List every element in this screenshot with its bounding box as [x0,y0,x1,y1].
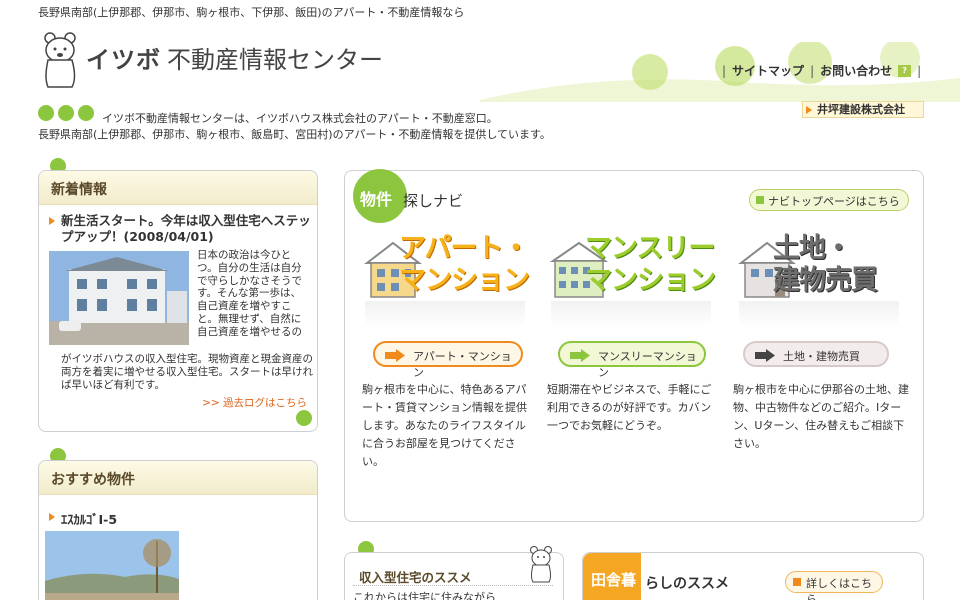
logo-subtitle: 不動産情報センター [167,46,383,74]
news-article-title[interactable]: 新生活スタート。今年は収入型住宅へステップアップ！(2008/04/01) [49,213,311,245]
country-life-subtitle: らしのススメ [645,576,729,592]
navi-tab-label: 物件 [353,169,407,223]
square-bullet-icon [756,196,764,204]
recommend-item-text: ｴｽｶﾙｺﾞⅠ-5 [61,512,118,527]
income-housing-subtitle: これからは住宅に住みながら [353,591,496,600]
intro-text-line2: 長野県南部(上伊那郡、伊那市、駒ヶ根市、飯島町、宮田村)のアパート・不動産情報を… [38,128,551,141]
square-bullet-icon [793,578,801,586]
logo-brand: イツボ [86,46,161,74]
apartment-button-label: アパート・マンション [413,350,512,379]
partner-label: 井坪建設株式会社 [817,103,905,116]
land-button-label: 土地・建物売買 [783,350,860,363]
contact-link[interactable]: お問い合わせ [820,62,892,79]
category-apartment-banner[interactable]: アパート・ マンション [355,227,541,337]
news-body-side: 日本の政治は今ひとつ。自分の生活は自分で守らしかなさそうです。そんな第一歩は、自… [197,249,302,338]
help-icon: ? [898,64,912,77]
category-monthly-headline: マンスリー マンション [585,233,716,296]
news-panel: 新着情報 新生活スタート。今年は収入型住宅へステップアップ！(2008/04/0… [38,170,318,432]
green-dots-decoration [38,105,94,121]
income-housing-panel: 収入型住宅のススメ これからは住宅に住みながら [344,546,564,600]
site-tagline: 長野県南部(上伊那郡、伊那市、駒ヶ根市、下伊那、飯田)のアパート・不動産情報なら [38,6,465,19]
land-button[interactable]: 土地・建物売買 [743,341,889,367]
category-land-headline: 土地・ 建物売買 [773,233,878,296]
property-navi-panel: 物件 探しナビ ナビトップページはこちら アパート・ マンション マンスリー マンシ… [344,169,924,522]
corner-dot-decoration [296,410,312,426]
category-land-banner[interactable]: 土地・ 建物売買 [729,227,915,337]
nav-separator: | [722,63,727,78]
arrow-right-icon [385,349,405,362]
news-heading: 新着情報 [39,171,317,205]
navi-top-button[interactable]: ナビトップページはこちら [749,189,909,211]
nav-separator: | [810,63,815,78]
recommend-item-title[interactable]: ｴｽｶﾙｺﾞⅠ-5 [49,509,117,528]
archive-link[interactable]: >> 過去ログはこちら [202,395,307,410]
utility-nav: | サイトマップ | お問い合わせ ? | [722,62,921,79]
navi-top-label: ナビトップページはこちら [768,195,900,208]
country-life-tab: 田舎暮 [583,553,641,600]
news-body-bottom: がイツボハウスの収入型住宅。現物資産と現金資産の両方を着実に増やせる収入型住宅。… [61,353,313,391]
arrow-right-icon [755,349,775,362]
arrow-right-icon [806,106,812,114]
site-logo[interactable]: イツボ 不動産情報センター [86,40,383,75]
nav-separator: | [917,63,922,78]
property-photo [45,531,179,600]
apartment-photo [49,251,189,345]
bear-mascot-icon [44,32,76,88]
recommend-panel: おすすめ物件 ｴｽｶﾙｺﾞⅠ-5 [38,460,318,600]
recommend-heading: おすすめ物件 [39,461,317,495]
monthly-description: 短期滞在やビジネスで、手軽にご利用できるのが好評です。カバン一つでお気軽にどうぞ… [547,383,712,432]
divider [353,585,553,586]
land-description: 駒ヶ根市を中心に伊那谷の土地、建物、中古物件などのご紹介。Iターン、Uターン、住… [733,383,909,450]
news-title-text: 新生活スタート。今年は収入型住宅へステップアップ！(2008/04/01) [61,213,311,244]
category-monthly-banner[interactable]: マンスリー マンション [541,227,727,337]
arrow-right-icon [49,513,55,521]
country-life-panel: 田舎暮 らしのススメ 詳しくはこちら [582,552,924,600]
navi-subtitle: 探しナビ [403,192,464,210]
country-life-details-button[interactable]: 詳しくはこちら [785,571,883,600]
bear-mascot-icon [530,546,552,583]
category-apartment-headline: アパート・ マンション [399,233,530,296]
arrow-right-icon [49,217,55,225]
monthly-button[interactable]: マンスリーマンション [558,341,706,379]
country-life-details-label: 詳しくはこちら [806,577,872,600]
sitemap-link[interactable]: サイトマップ [732,62,804,79]
intro-text-line1: イツボ不動産情報センターは、イツボハウス株式会社のアパート・不動産窓口。 [102,112,498,125]
arrow-right-icon [570,349,590,362]
monthly-button-label: マンスリーマンション [598,350,697,379]
partner-link[interactable]: 井坪建設株式会社 [802,101,924,118]
apartment-button[interactable]: アパート・マンション [373,341,523,379]
income-housing-title[interactable]: 収入型住宅のススメ [359,567,472,586]
apartment-description: 駒ヶ根市を中心に、特色あるアパート・賃貸マンション情報を提供します。あなたのライ… [362,383,527,468]
